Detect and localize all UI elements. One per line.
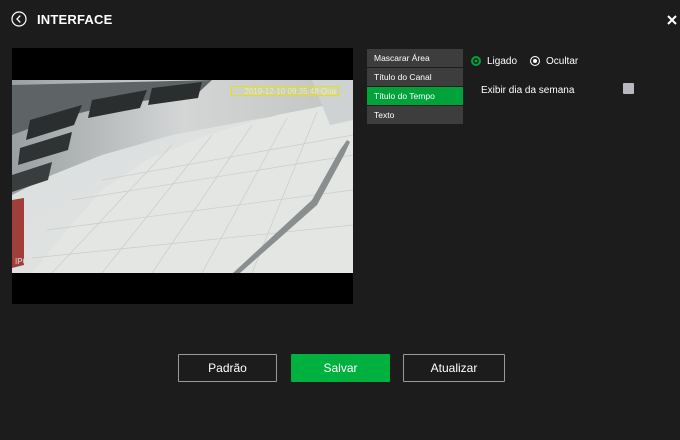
camera-image: 2019-12-10 09:35:48 Qua IPC — [12, 80, 353, 273]
radio-ligado-label: Ligado — [487, 56, 518, 67]
back-icon[interactable] — [11, 11, 27, 27]
radio-ocultar-label: Ocultar — [546, 56, 579, 67]
menu-item-titulo-do-canal[interactable]: Título do Canal — [367, 68, 463, 86]
video-preview: 2019-12-10 09:35:48 Qua IPC — [12, 48, 353, 304]
channel-title-overlay: IPC — [15, 257, 29, 266]
menu-item-titulo-do-tempo[interactable]: Título do Tempo — [367, 87, 463, 105]
radio-ligado-indicator[interactable] — [471, 56, 481, 66]
show-weekday-label: Exibir dia da semana — [481, 85, 575, 96]
refresh-button[interactable]: Atualizar — [403, 354, 505, 382]
menu-item-mascarar-area[interactable]: Mascarar Área — [367, 49, 463, 67]
dialog-header: INTERFACE — [0, 0, 680, 40]
show-weekday-checkbox[interactable] — [623, 83, 634, 94]
menu-item-texto[interactable]: Texto — [367, 106, 463, 124]
time-title-overlay[interactable]: 2019-12-10 09:35:48 Qua — [231, 86, 339, 96]
radio-ocultar-indicator[interactable] — [530, 56, 540, 66]
close-icon[interactable] — [666, 13, 678, 25]
interface-dialog: INTERFACE 2019-12-10 09:35:48 Qua IPC Ma… — [0, 0, 680, 440]
overlay-menu: Mascarar Área Título do Canal Título do … — [367, 49, 463, 125]
save-button[interactable]: Salvar — [291, 354, 390, 382]
default-button[interactable]: Padrão — [178, 354, 277, 382]
dialog-title: INTERFACE — [37, 12, 113, 27]
